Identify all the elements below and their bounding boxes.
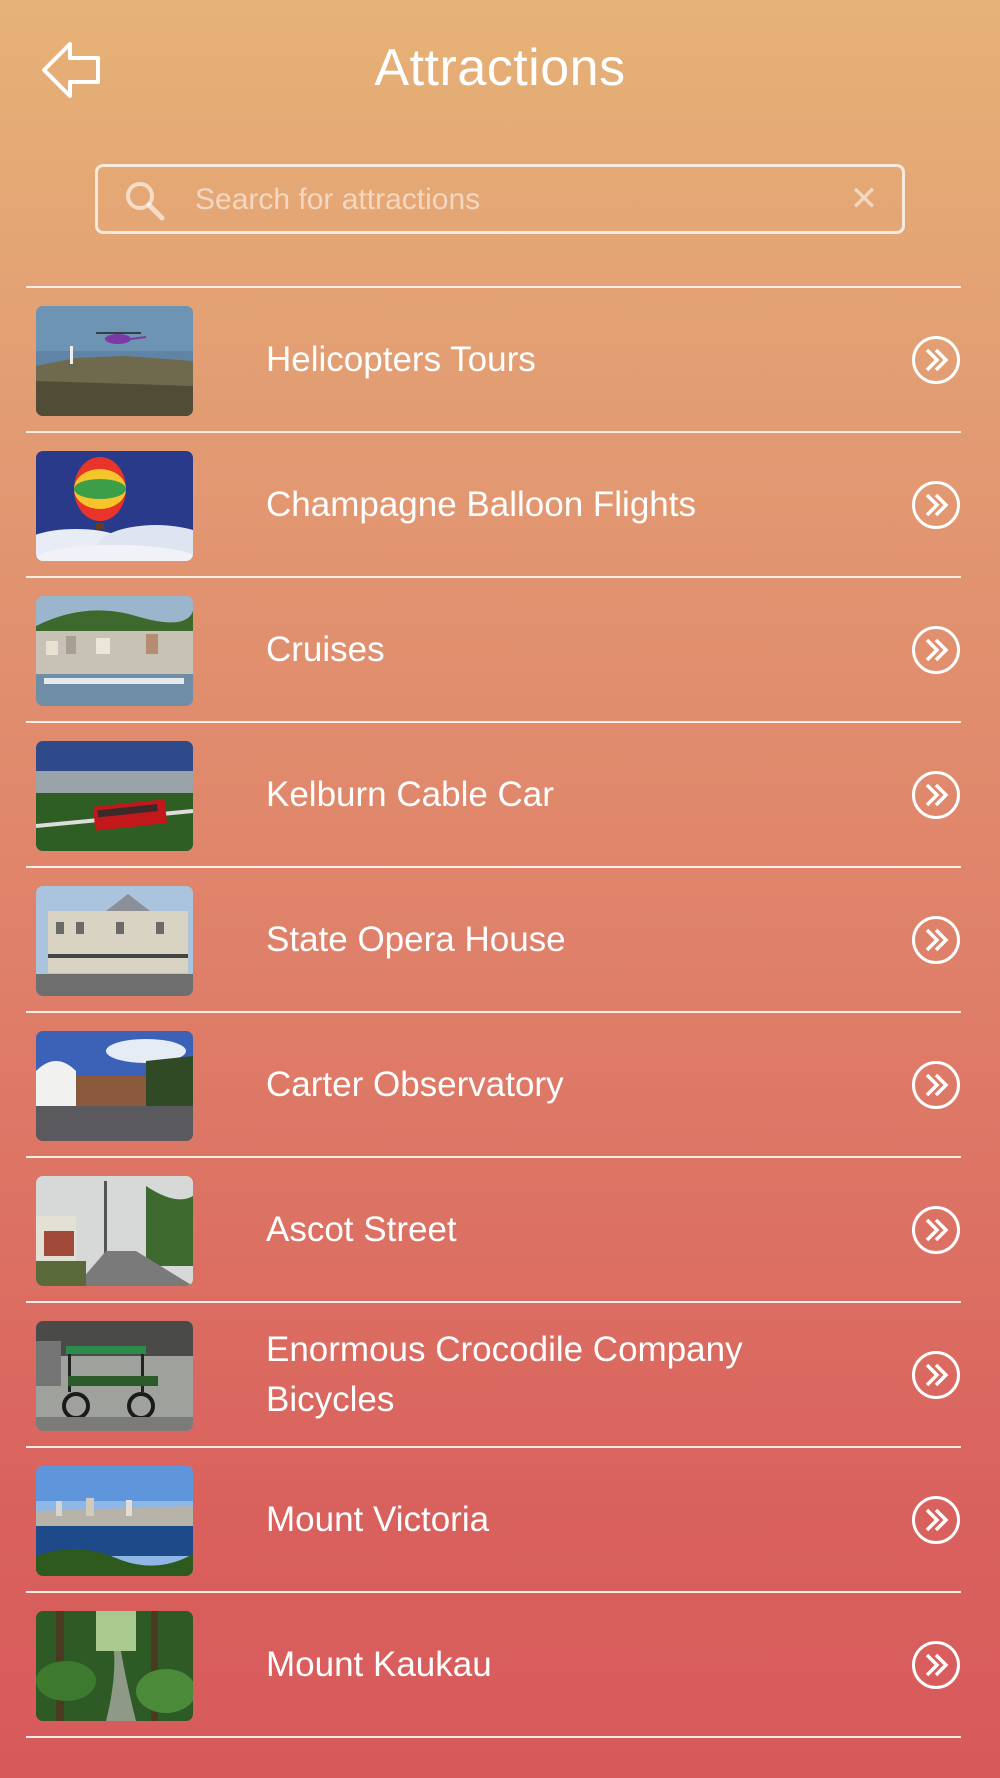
chevron-right-icon[interactable] [911, 1495, 961, 1545]
helicopter-photo [36, 306, 193, 416]
list-item-label: Cruises [266, 629, 385, 669]
list-item[interactable]: Mount Victoria [26, 1448, 961, 1593]
chevron-right-icon[interactable] [911, 335, 961, 385]
list-item-label: Kelburn Cable Car [266, 774, 554, 814]
chevron-right-icon[interactable] [911, 1060, 961, 1110]
list-item[interactable]: Helicopters Tours [26, 288, 961, 433]
search-icon [126, 182, 165, 221]
list-item-label: Carter Observatory [266, 1064, 564, 1104]
list-item-label: Enormous Crocodile Company Bicycles [266, 1329, 743, 1419]
chevron-right-icon[interactable] [911, 480, 961, 530]
forest-photo [36, 1611, 193, 1721]
list-item[interactable]: Ascot Street [26, 1158, 961, 1303]
list-item[interactable]: Carter Observatory [26, 1013, 961, 1158]
search-input[interactable] [193, 177, 817, 223]
list-item-label: Mount Kaukau [266, 1644, 492, 1684]
attractions-list: Helicopters Tours Champagne Balloon Flig… [26, 286, 961, 1738]
list-item-label: Champagne Balloon Flights [266, 484, 696, 524]
list-item-label: Mount Victoria [266, 1499, 490, 1539]
street-photo [36, 1176, 193, 1286]
harbour-photo [36, 596, 193, 706]
page-title: Attractions [374, 39, 626, 97]
list-item-label: Ascot Street [266, 1209, 457, 1249]
list-item[interactable]: Champagne Balloon Flights [26, 433, 961, 578]
cable-car-photo [36, 741, 193, 851]
bicycles-photo [36, 1321, 193, 1431]
chevron-right-icon[interactable] [911, 915, 961, 965]
list-item[interactable]: State Opera House [26, 868, 961, 1013]
city-view-photo [36, 1466, 193, 1576]
list-item-label: State Opera House [266, 919, 566, 959]
clear-icon[interactable]: ✕ [848, 182, 880, 216]
list-item[interactable]: Enormous Crocodile Company Bicycles [26, 1303, 961, 1448]
chevron-right-icon[interactable] [911, 1205, 961, 1255]
opera-house-photo [36, 886, 193, 996]
chevron-right-icon[interactable] [911, 625, 961, 675]
balloon-photo [36, 451, 193, 561]
search-bar[interactable]: ✕ [95, 164, 905, 234]
header-bar: Attractions [0, 0, 1000, 140]
list-item[interactable]: Kelburn Cable Car [26, 723, 961, 868]
chevron-right-icon[interactable] [911, 1350, 961, 1400]
observatory-photo [36, 1031, 193, 1141]
chevron-right-icon[interactable] [911, 770, 961, 820]
list-item[interactable]: Cruises [26, 578, 961, 723]
list-item-label: Helicopters Tours [266, 339, 536, 379]
list-item[interactable]: Mount Kaukau [26, 1593, 961, 1738]
chevron-right-icon[interactable] [911, 1640, 961, 1690]
